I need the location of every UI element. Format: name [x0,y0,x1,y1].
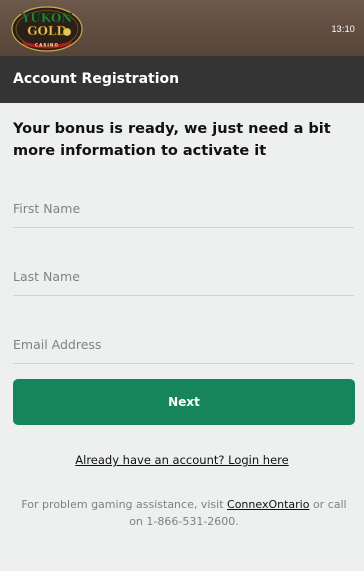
last-name-field [13,258,354,296]
status-time: 13:10 [331,24,355,34]
first-name-field [13,190,354,228]
problem-gaming-notice: For problem gaming assistance, visit Con… [18,496,350,530]
page-title: Account Registration [13,71,180,87]
first-name-input[interactable] [13,190,354,227]
page-header: Account Registration [0,56,364,103]
bonus-headline: Your bonus is ready, we just need a bit … [13,121,331,159]
logo-word-yukon: YUKON [21,11,73,25]
last-name-input[interactable] [13,258,354,295]
next-button[interactable]: Next [13,379,355,425]
footer-prefix: For problem gaming assistance, visit [21,498,228,511]
logo-word-casino: CASINO [35,43,59,48]
yukon-gold-casino-logo[interactable]: YUKON GOLD CASINO [10,5,84,53]
email-field [13,326,354,364]
email-input[interactable] [13,326,354,363]
login-link[interactable]: Already have an account? Login here [0,453,364,467]
top-bar: YUKON GOLD CASINO 13:10 [0,0,364,56]
logo-word-gold: GOLD [27,24,67,38]
connexontario-link[interactable]: ConnexOntario [227,498,309,511]
